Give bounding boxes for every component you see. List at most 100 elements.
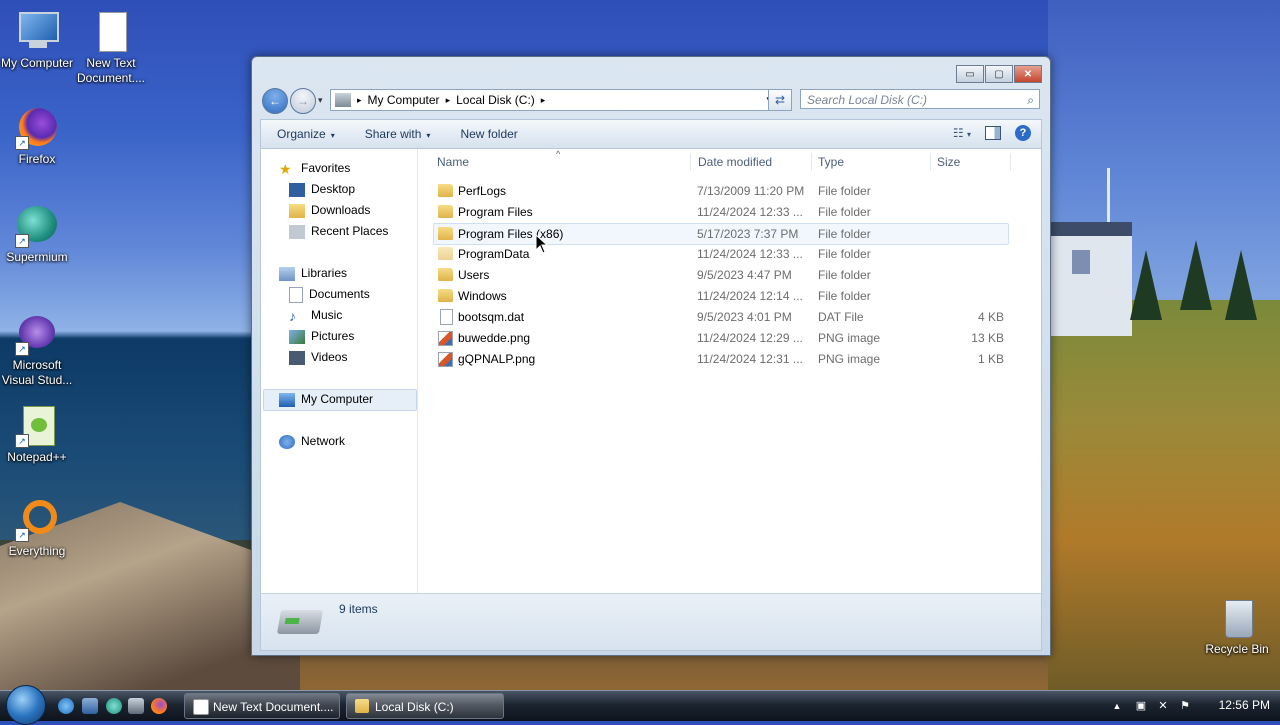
close-button[interactable]: ✕ <box>1014 65 1042 83</box>
desktop-icon-visual-studio[interactable]: ↗ Microsoft Visual Stud... <box>0 312 74 388</box>
nav-libraries[interactable]: Libraries <box>279 264 347 282</box>
clock[interactable]: 12:56 PM <box>1219 698 1270 712</box>
column-header-name[interactable]: Name <box>437 153 469 171</box>
column-header-type[interactable]: Type <box>818 153 844 171</box>
share-with-button[interactable]: Share with ▾ <box>365 127 431 141</box>
nav-videos[interactable]: Videos <box>289 348 347 366</box>
column-divider[interactable] <box>1010 153 1011 171</box>
wallpaper-house <box>1050 222 1132 336</box>
file-name: buwedde.png <box>458 331 531 345</box>
nav-downloads[interactable]: Downloads <box>289 201 370 219</box>
file-name: Program Files <box>458 205 533 219</box>
nav-my-computer[interactable]: My Computer <box>279 390 373 408</box>
breadcrumb-my-computer[interactable]: My Computer <box>368 93 440 107</box>
refresh-button[interactable]: ⇄ <box>768 89 792 111</box>
file-row[interactable]: PerfLogs 7/13/2009 11:20 PM File folder <box>434 181 1008 201</box>
column-header-date[interactable]: Date modified <box>698 153 772 171</box>
nav-documents[interactable]: Documents <box>289 285 370 303</box>
nav-recent-places[interactable]: Recent Places <box>289 222 388 240</box>
file-date: 9/5/2023 4:47 PM <box>697 268 792 282</box>
wallpaper-tree <box>1130 250 1162 320</box>
nav-favorites[interactable]: ★ Favorites <box>279 159 350 177</box>
preview-pane-button[interactable] <box>985 126 1001 140</box>
nav-desktop[interactable]: Desktop <box>289 180 355 198</box>
hard-drive-icon <box>276 610 324 634</box>
show-desktop-icon[interactable] <box>82 698 98 714</box>
taskbar-button-notepad[interactable]: New Text Document.... <box>184 693 340 719</box>
file-row[interactable]: bootsqm.dat 9/5/2023 4:01 PM DAT File 4 … <box>434 307 1008 327</box>
new-folder-button[interactable]: New folder <box>460 127 517 141</box>
desktop-icon-label: Everything <box>8 544 66 558</box>
nav-music[interactable]: ♪ Music <box>289 306 342 324</box>
column-divider[interactable] <box>690 153 691 171</box>
system-tray: ▲ ▣ ✕ ⚑ 12:56 PM <box>1110 691 1280 721</box>
desktop-icon-firefox[interactable]: ↗ Firefox <box>0 106 74 167</box>
file-date: 9/5/2023 4:01 PM <box>697 310 792 324</box>
taskbar-button-explorer[interactable]: Local Disk (C:) <box>346 693 504 719</box>
file-date: 11/24/2024 12:31 ... <box>697 352 803 366</box>
maximize-button[interactable]: ▢ <box>985 65 1013 83</box>
breadcrumb-separator[interactable]: ▸ <box>357 95 362 106</box>
desktop-icon-everything[interactable]: ↗ Everything <box>0 498 74 559</box>
show-hidden-icons-button[interactable]: ▲ <box>1110 699 1124 713</box>
desktop-icon-notepadpp[interactable]: ↗ Notepad++ <box>0 404 74 465</box>
desktop-icon-supermium[interactable]: ↗ Supermium <box>0 204 74 265</box>
nav-network[interactable]: Network <box>279 432 345 450</box>
file-row[interactable]: Program Files 11/24/2024 12:33 ... File … <box>434 202 1008 222</box>
chevron-down-icon: ▾ <box>966 130 971 139</box>
column-divider[interactable] <box>930 153 931 171</box>
address-bar[interactable]: ▸ My Computer ▸ Local Disk (C:) ▸ ▾ <box>330 89 778 111</box>
start-button[interactable] <box>6 685 46 725</box>
firefox-icon: ↗ <box>15 106 59 150</box>
file-row[interactable]: Windows 11/24/2024 12:14 ... File folder <box>434 286 1008 306</box>
search-input[interactable]: Search Local Disk (C:) ⌕ <box>800 89 1040 109</box>
folder-icon <box>438 227 453 240</box>
notepad-icon <box>193 699 209 715</box>
recent-pages-dropdown[interactable]: ▾ <box>318 95 323 106</box>
organize-button[interactable]: Organize ▾ <box>277 127 335 141</box>
sort-arrow-icon: ^ <box>556 149 561 159</box>
shortcut-arrow-icon: ↗ <box>15 136 29 150</box>
action-center-flag-icon[interactable]: ⚑ <box>1178 699 1192 713</box>
file-type: File folder <box>818 247 871 261</box>
explorer-body: ★ Favorites Desktop Downloads Recent Plac… <box>260 149 1042 594</box>
views-button[interactable]: ☷ ▾ <box>953 126 971 140</box>
desktop-icon <box>289 182 305 197</box>
firefox-icon[interactable] <box>151 698 167 714</box>
minimize-button[interactable]: ▭ <box>956 65 984 83</box>
file-row[interactable]: gQPNALP.png 11/24/2024 12:31 ... PNG ima… <box>434 349 1008 369</box>
file-size: 13 KB <box>971 331 1004 345</box>
desktop-icon-recycle-bin[interactable]: Recycle Bin <box>1200 596 1274 657</box>
column-header-size[interactable]: Size <box>937 153 960 171</box>
network-status-icon[interactable]: ▣ <box>1134 699 1148 713</box>
desktop-icon-my-computer[interactable]: My Computer <box>0 10 74 71</box>
file-date: 11/24/2024 12:33 ... <box>697 205 803 219</box>
volume-muted-icon[interactable]: ✕ <box>1156 699 1170 713</box>
desktop-icon-label: Microsoft Visual Stud... <box>1 358 73 387</box>
shortcut-arrow-icon: ↗ <box>15 234 29 248</box>
supermium-icon[interactable] <box>106 698 122 714</box>
toolbar-right: ☷ ▾ ? <box>953 125 1031 141</box>
search-icon[interactable]: ⌕ <box>1027 90 1034 110</box>
internet-explorer-icon[interactable] <box>58 698 74 714</box>
computer-icon <box>279 392 295 407</box>
file-row[interactable]: Users 9/5/2023 4:47 PM File folder <box>434 265 1008 285</box>
desktop-icon-label: Supermium <box>6 250 68 264</box>
column-divider[interactable] <box>811 153 812 171</box>
breadcrumb-local-disk[interactable]: Local Disk (C:) <box>456 93 535 107</box>
breadcrumb-separator[interactable]: ▸ <box>446 95 451 106</box>
nav-pictures[interactable]: Pictures <box>289 327 354 345</box>
breadcrumb-separator[interactable]: ▸ <box>541 95 546 106</box>
file-icon <box>440 309 453 325</box>
shortcut-arrow-icon: ↗ <box>15 434 29 448</box>
desktop-icon-new-text-document[interactable]: New Text Document.... <box>74 10 148 86</box>
videos-icon <box>289 350 305 365</box>
forward-button[interactable]: → <box>290 88 316 114</box>
help-button[interactable]: ? <box>1015 125 1031 141</box>
file-row[interactable]: buwedde.png 11/24/2024 12:29 ... PNG ima… <box>434 328 1008 348</box>
file-row-hovered[interactable]: Program Files (x86) 5/17/2023 7:37 PM Fi… <box>433 223 1009 245</box>
window-switcher-icon[interactable] <box>128 698 144 714</box>
file-row[interactable]: ProgramData 11/24/2024 12:33 ... File fo… <box>434 244 1008 264</box>
details-pane: 9 items <box>260 593 1042 651</box>
back-button[interactable]: ← <box>262 88 288 114</box>
